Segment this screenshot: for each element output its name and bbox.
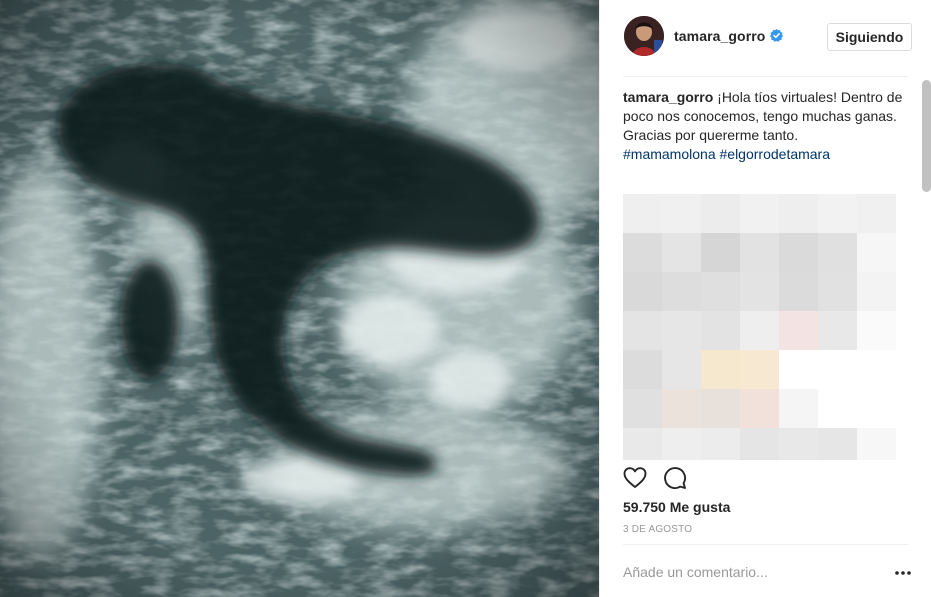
caption-username[interactable]: tamara_gorro [623, 89, 713, 105]
post-date[interactable]: 3 DE AGOSTO [623, 524, 692, 535]
comment-icon[interactable] [663, 466, 687, 490]
post-caption: tamara_gorro ¡Hola tíos virtuales! Dentr… [623, 88, 903, 164]
post-photo[interactable] [0, 0, 599, 597]
add-comment-input[interactable] [623, 561, 873, 583]
post-actions [623, 466, 823, 490]
post-header: tamara_gorro Siguiendo [600, 0, 931, 76]
verified-badge-icon [770, 29, 783, 42]
post-side-panel: tamara_gorro Siguiendo tamara_gorro ¡Hol… [599, 0, 931, 597]
hashtag-link[interactable]: #mamamolona [623, 146, 716, 162]
header-divider [623, 76, 908, 77]
more-options-icon[interactable] [893, 566, 913, 578]
heart-icon[interactable] [623, 466, 647, 490]
hashtag-link[interactable]: #elgorrodetamara [720, 146, 831, 162]
blurred-comments [623, 194, 896, 460]
following-button[interactable]: Siguiendo [827, 23, 912, 51]
comments-area[interactable]: tamara_gorro ¡Hola tíos virtuales! Dentr… [623, 88, 903, 460]
ultrasound-image [0, 0, 599, 597]
likes-count[interactable]: 59.750 Me gusta [623, 499, 730, 515]
avatar[interactable] [624, 16, 664, 56]
footer-divider [623, 544, 908, 545]
header-username[interactable]: tamara_gorro [674, 28, 765, 44]
comments-scrollbar[interactable] [922, 80, 931, 192]
